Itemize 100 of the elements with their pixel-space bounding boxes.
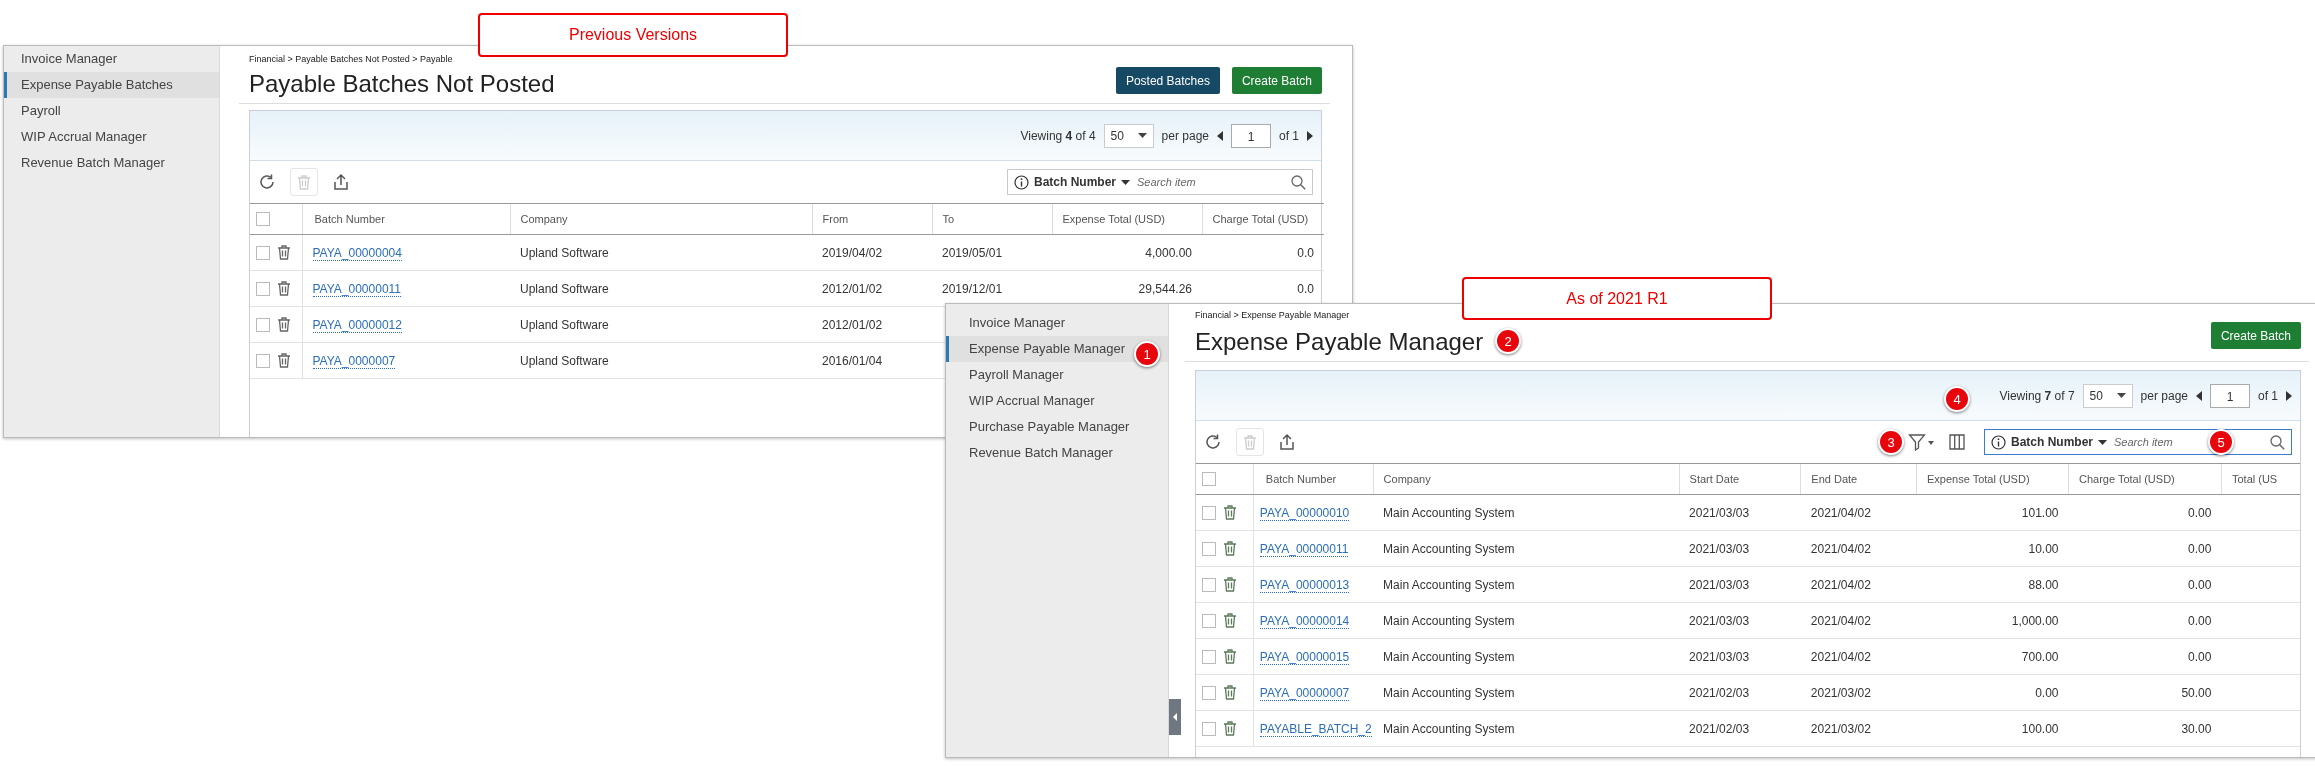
table-cell: 2019/04/02: [822, 245, 883, 260]
trash-icon[interactable]: [276, 352, 292, 369]
trash-icon[interactable]: [1222, 720, 1238, 737]
table-cell: 0.00: [2188, 649, 2212, 664]
row-checkbox[interactable]: [256, 317, 270, 332]
refresh-icon[interactable]: [258, 173, 276, 191]
batch-link[interactable]: PAYA_00000014: [1259, 613, 1350, 629]
trash-icon[interactable]: [1222, 648, 1238, 665]
trash-icon[interactable]: [276, 316, 292, 333]
breadcrumb: Financial > Expense Payable Manager: [1195, 309, 1351, 320]
column-header[interactable]: Company: [520, 213, 568, 225]
row-checkbox[interactable]: [1202, 577, 1216, 592]
column-header[interactable]: To: [942, 213, 955, 225]
search-icon: [2270, 434, 2285, 450]
trash-icon[interactable]: [1222, 504, 1238, 521]
table-cell: Main Accounting System: [1383, 721, 1515, 736]
table-cell: 0.0: [1297, 245, 1314, 260]
row-checkbox[interactable]: [1202, 649, 1216, 664]
table-cell: Upland Software: [520, 245, 609, 260]
column-header[interactable]: Batch Number: [314, 213, 385, 225]
select-all-checkbox[interactable]: [1202, 472, 1216, 487]
row-checkbox[interactable]: [1202, 721, 1216, 736]
batch-link[interactable]: PAYA_00000012: [312, 317, 402, 333]
page-input[interactable]: 1: [2210, 383, 2250, 408]
sidebar-item[interactable]: Revenue Batch Manager: [4, 150, 219, 176]
table-cell: Upland Software: [520, 353, 609, 368]
sidebar-item[interactable]: Invoice Manager: [4, 46, 219, 72]
posted-batches-button[interactable]: Posted Batches: [1115, 67, 1220, 94]
table-cell: 700.00: [2021, 649, 2059, 664]
create-batch-button[interactable]: Create Batch: [1231, 67, 1322, 94]
sidebar-item[interactable]: Expense Payable Batches: [4, 72, 219, 98]
export-icon[interactable]: [1278, 433, 1296, 451]
page-title: Payable Batches Not Posted: [249, 70, 555, 98]
search-input[interactable]: Search item: [1135, 175, 1286, 189]
select-all-checkbox[interactable]: [256, 212, 270, 227]
table-cell: 2021/04/02: [1810, 649, 1871, 664]
batch-link[interactable]: PAYA_0000007: [312, 353, 396, 369]
batch-link[interactable]: PAYA_00000011: [312, 281, 402, 297]
batch-link[interactable]: PAYA_00000013: [1259, 577, 1350, 593]
sidebar-item[interactable]: WIP Accrual Manager: [946, 388, 1168, 414]
previous-page-icon[interactable]: [1217, 130, 1223, 141]
trash-icon[interactable]: [1222, 612, 1238, 629]
table-cell: 29,544.26: [1138, 281, 1192, 296]
trash-icon[interactable]: [1222, 540, 1238, 557]
table-cell: 2012/01/02: [822, 317, 883, 332]
table-cell: 101.00: [2021, 505, 2059, 520]
table-cell: 0.00: [2188, 505, 2212, 520]
sidebar-item[interactable]: Payroll: [4, 98, 219, 124]
row-checkbox[interactable]: [1202, 505, 1216, 520]
trash-icon[interactable]: [276, 244, 292, 261]
sidebar-item[interactable]: Invoice Manager: [946, 310, 1168, 336]
table-cell: Main Accounting System: [1383, 685, 1515, 700]
per-page-select[interactable]: 50: [1103, 123, 1154, 148]
batch-link[interactable]: PAYA_00000010: [1259, 505, 1350, 521]
batch-link[interactable]: PAYA_00000015: [1259, 649, 1350, 665]
next-page-icon[interactable]: [2286, 390, 2292, 401]
row-checkbox[interactable]: [256, 281, 270, 296]
table-cell: 0.00: [2188, 613, 2212, 628]
per-page-select[interactable]: 50: [2082, 383, 2133, 408]
column-header[interactable]: Start Date: [1689, 473, 1740, 485]
table-cell: 2021/03/02: [1810, 685, 1871, 700]
columns-icon[interactable]: [1948, 433, 1966, 451]
create-batch-button[interactable]: Create Batch: [2210, 322, 2301, 349]
trash-icon[interactable]: [1222, 576, 1238, 593]
sidebar-item[interactable]: Purchase Payable Manager: [946, 414, 1168, 440]
table-cell: 2019/12/01: [942, 281, 1003, 296]
row-checkbox[interactable]: [1202, 541, 1216, 556]
column-header[interactable]: From: [822, 213, 849, 225]
viewing-count: Viewing 4 of 4: [1020, 128, 1096, 143]
row-checkbox[interactable]: [1202, 613, 1216, 628]
sidebar-item[interactable]: Revenue Batch Manager: [946, 440, 1168, 466]
table-cell: Main Accounting System: [1383, 505, 1515, 520]
table-cell: 2021/02/03: [1689, 721, 1750, 736]
table-cell: 4,000.00: [1145, 245, 1192, 260]
batch-link[interactable]: PAYA_00000011: [1259, 541, 1349, 557]
search-field[interactable]: Batch Number Search item: [1007, 169, 1313, 195]
trash-icon[interactable]: [276, 280, 292, 297]
table-cell: 50.00: [2181, 685, 2212, 700]
info-icon: [1991, 434, 2006, 450]
column-header[interactable]: Company: [1383, 473, 1431, 485]
batch-link[interactable]: PAYA_00000004: [312, 245, 402, 261]
batch-link[interactable]: PAYABLE_BATCH_2: [1259, 721, 1372, 737]
batch-link[interactable]: PAYA_00000007: [1259, 685, 1350, 701]
row-checkbox[interactable]: [256, 245, 270, 260]
page-input[interactable]: 1: [1231, 123, 1271, 148]
previous-page-icon[interactable]: [2196, 390, 2202, 401]
page-count: of 1: [1279, 128, 1299, 143]
table-cell: 2019/05/01: [942, 245, 1003, 260]
next-page-icon[interactable]: [1307, 130, 1313, 141]
sidebar-item[interactable]: WIP Accrual Manager: [4, 124, 219, 150]
table-cell: 10.00: [2028, 541, 2059, 556]
table-cell: Main Accounting System: [1383, 577, 1515, 592]
filter-icon[interactable]: [1908, 433, 1934, 451]
row-checkbox[interactable]: [256, 353, 270, 368]
collapse-handle[interactable]: [1169, 699, 1181, 735]
column-header[interactable]: End Date: [1811, 473, 1858, 485]
refresh-icon[interactable]: [1204, 433, 1222, 451]
row-checkbox[interactable]: [1202, 685, 1216, 700]
export-icon[interactable]: [332, 173, 350, 191]
trash-icon[interactable]: [1222, 684, 1238, 701]
